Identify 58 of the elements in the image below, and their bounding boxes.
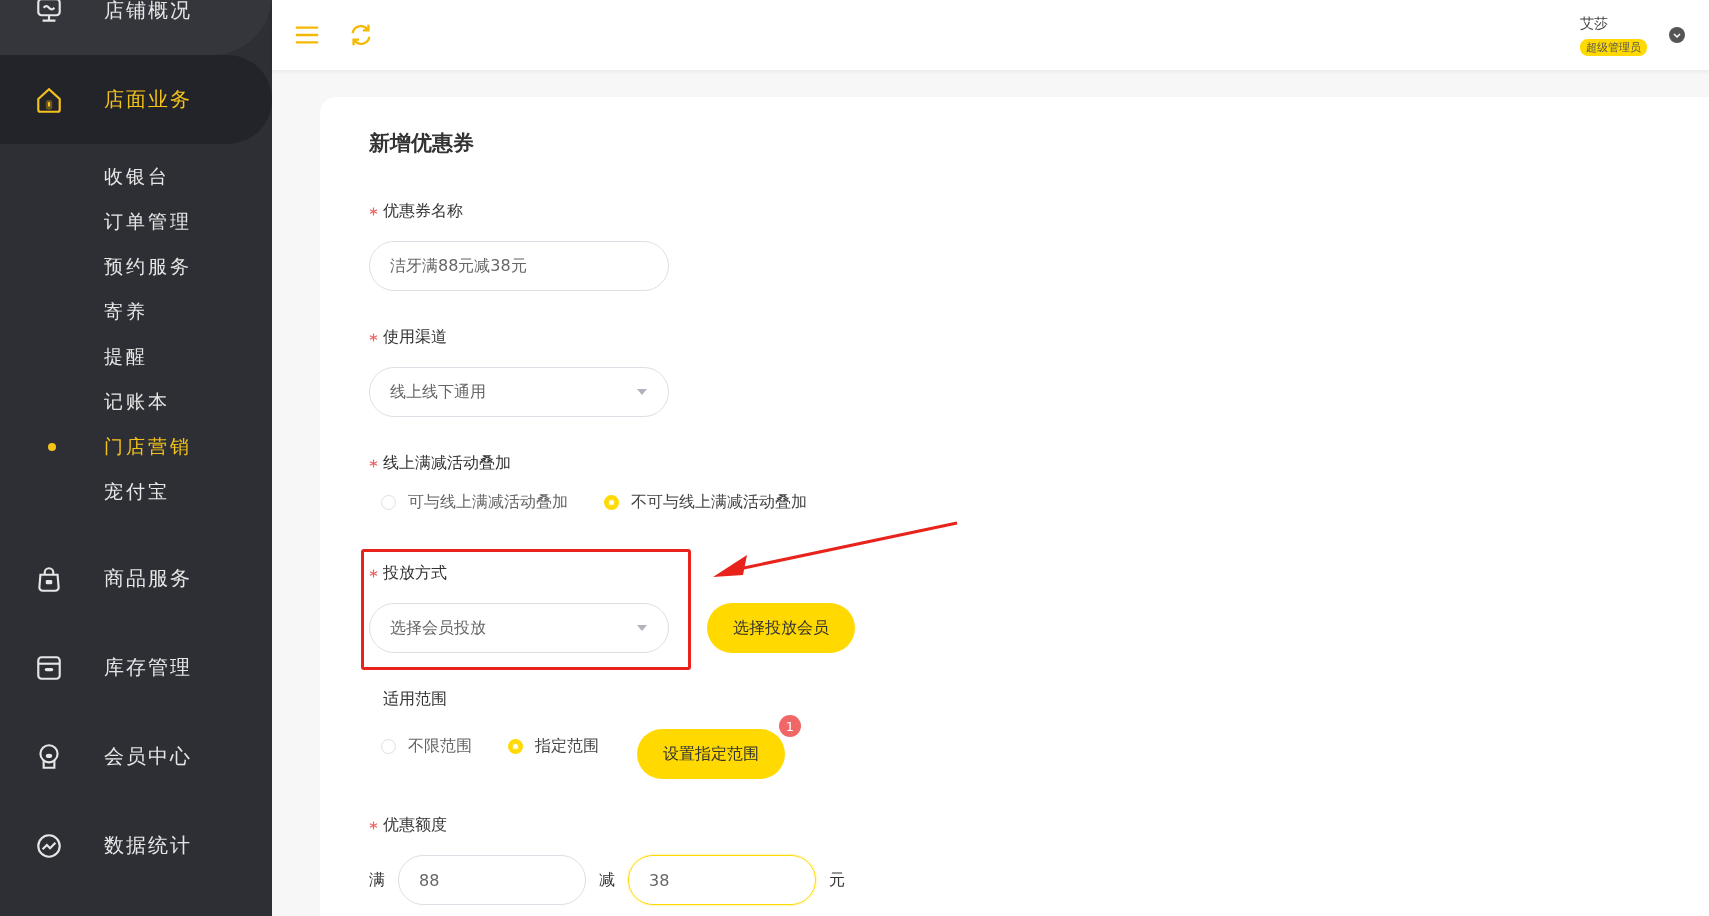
radio-option[interactable]: 指定范围 — [508, 735, 599, 757]
sidebar-subitem-label: 预约服务 — [104, 253, 192, 279]
select-dropdown[interactable]: 线上线下通用 — [369, 367, 669, 417]
amount-prefix: 满 — [369, 869, 385, 891]
sidebar-subitem[interactable]: 记账本 — [0, 379, 272, 424]
sidebar-subitem[interactable]: 门店营销 — [0, 424, 272, 469]
chevron-down-icon[interactable] — [1669, 27, 1685, 43]
amount-middle: 减 — [599, 869, 615, 891]
caret-icon — [636, 624, 648, 632]
sidebar-subitem[interactable]: 寄养 — [0, 289, 272, 334]
action-button[interactable]: 设置指定范围 — [637, 729, 785, 779]
sidebar-subitem-label: 记账本 — [104, 388, 170, 414]
sidebar-item-label: 数据统计 — [104, 832, 192, 859]
sidebar-item[interactable]: 库存管理 — [0, 623, 272, 712]
sidebar-subitem-label: 寄养 — [104, 298, 148, 324]
sidebar-item-label: 库存管理 — [104, 654, 192, 681]
sidebar-subitem[interactable]: 宠付宝 — [0, 469, 272, 514]
sidebar-item[interactable]: 数据统计 — [0, 801, 272, 890]
user-name: 艾莎 — [1580, 14, 1608, 33]
sidebar-item[interactable]: 商品服务 — [0, 534, 272, 623]
radio-button[interactable] — [508, 738, 523, 754]
field-label: 投放方式 — [383, 562, 447, 584]
sidebar-subitem-label: 订单管理 — [104, 208, 192, 234]
field-label: 优惠额度 — [383, 814, 447, 836]
sidebar-item-label: 店面业务 — [104, 86, 192, 113]
field-label: 使用渠道 — [383, 326, 447, 348]
radio-button[interactable] — [604, 494, 619, 510]
discount-input[interactable]: 38 — [628, 855, 816, 905]
radio-label: 不限范围 — [408, 735, 472, 757]
amount-unit: 元 — [829, 869, 845, 891]
sidebar-subitem[interactable]: 提醒 — [0, 334, 272, 379]
active-dot — [48, 442, 56, 451]
action-button[interactable]: 选择投放会员 — [707, 603, 855, 653]
sidebar-subitem-label: 门店营销 — [104, 433, 192, 459]
sidebar-subitem-label: 提醒 — [104, 343, 148, 369]
sidebar-item[interactable]: 店面业务 — [0, 55, 272, 144]
sidebar-item[interactable]: 店铺概况 — [0, 0, 272, 55]
sidebar-subitem[interactable]: 订单管理 — [0, 199, 272, 244]
sidebar-subitem[interactable]: 预约服务 — [0, 244, 272, 289]
sidebar-item-label: 会员中心 — [104, 743, 192, 770]
sidebar-subitem[interactable]: 收银台 — [0, 154, 272, 199]
sidebar-item-label: 店铺概况 — [104, 0, 192, 24]
sidebar-subitem-label: 收银台 — [104, 163, 170, 189]
text-input[interactable]: 洁牙满88元减38元 — [369, 241, 669, 291]
radio-option[interactable]: 不限范围 — [381, 735, 472, 757]
threshold-input[interactable]: 88 — [398, 855, 586, 905]
sidebar-item[interactable]: 会员中心 — [0, 712, 272, 801]
field-label: 适用范围 — [383, 688, 447, 710]
count-badge: 1 — [779, 715, 801, 737]
sidebar-subitem-label: 宠付宝 — [104, 478, 170, 504]
sidebar-item-label: 商品服务 — [104, 565, 192, 592]
role-badge: 超级管理员 — [1580, 38, 1647, 56]
radio-label: 指定范围 — [535, 735, 599, 757]
field-label: 优惠券名称 — [383, 200, 463, 222]
select-dropdown[interactable]: 选择会员投放 — [369, 603, 669, 653]
form-title: 新增优惠券 — [369, 130, 475, 157]
field-label: 线上满减活动叠加 — [383, 452, 511, 474]
caret-icon — [636, 388, 648, 396]
